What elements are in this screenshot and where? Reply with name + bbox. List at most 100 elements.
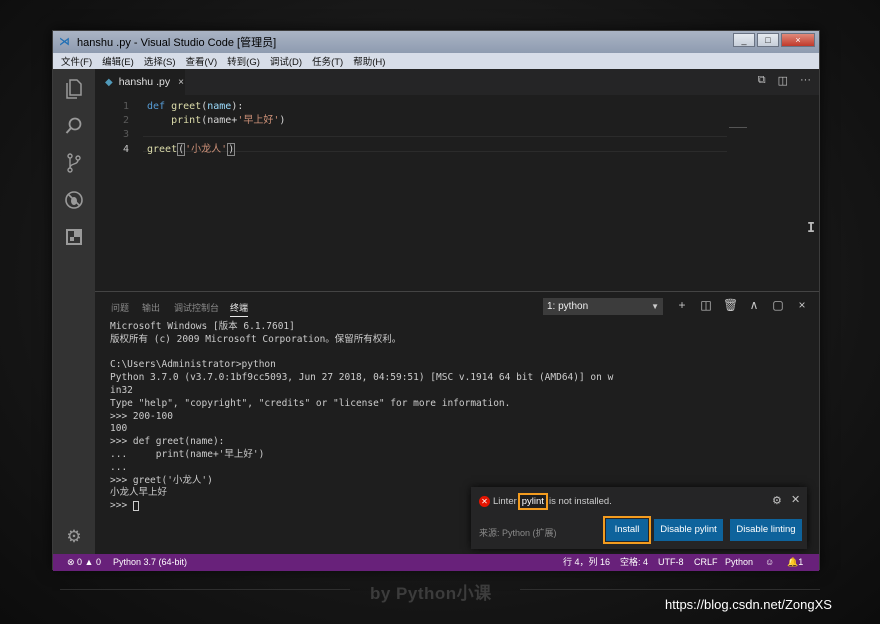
code-editor[interactable]: 1 def greet(name): 2 print(name+'早上好') 3 4 gr…	[95, 95, 819, 291]
source-url: https://blog.csdn.net/ZongXS	[665, 597, 832, 612]
python-interpreter[interactable]: Python 3.7 (64-bit)	[113, 554, 187, 571]
search-icon[interactable]	[64, 116, 84, 136]
menu-selection[interactable]: 选择(S)	[144, 54, 176, 68]
vscode-logo-icon: ⋊	[59, 36, 70, 48]
terminal-line: Microsoft Windows [版本 6.1.7601]	[110, 321, 295, 332]
watermark-line-left	[60, 589, 350, 590]
disable-pylint-button[interactable]: Disable pylint	[654, 519, 723, 541]
line-number: 3	[122, 129, 129, 140]
menu-view[interactable]: 查看(V)	[185, 54, 217, 68]
python-file-icon: ◆	[105, 76, 113, 88]
split-editor-icon[interactable]: ◫	[778, 74, 788, 87]
code-line: 3	[95, 128, 735, 142]
code-line: 4 greet('小龙人')	[95, 143, 735, 157]
menu-help[interactable]: 帮助(H)	[353, 54, 385, 68]
maximize-button[interactable]: □	[757, 33, 779, 47]
chevron-down-icon: ▼	[651, 302, 659, 311]
watermark-line-right	[520, 589, 820, 590]
tab-output[interactable]: 输出	[142, 301, 160, 314]
notification-highlight: pylint	[517, 493, 548, 510]
notification-text-before: Linter	[493, 496, 517, 507]
debug-icon[interactable]	[64, 190, 84, 210]
source-control-icon[interactable]	[64, 153, 84, 173]
notification-text-after: is not installed.	[548, 496, 612, 507]
files-icon[interactable]	[64, 79, 84, 99]
terminal-select-value: 1: python	[547, 301, 589, 312]
line-number: 1	[122, 101, 129, 112]
editor-tab-bar: ◆ hanshu .py × ⧉ ◫ ···	[95, 69, 819, 95]
tab-close-icon[interactable]: ×	[178, 77, 184, 88]
menu-edit[interactable]: 编辑(E)	[102, 54, 134, 68]
line-number: 4	[122, 144, 129, 155]
encoding[interactable]: UTF-8	[658, 554, 684, 571]
language-mode[interactable]: Python	[725, 554, 753, 571]
disable-linting-button[interactable]: Disable linting	[730, 519, 802, 541]
menu-tasks[interactable]: 任务(T)	[312, 54, 343, 68]
terminal-line: ... print(name+'早上好')	[110, 448, 265, 460]
close-icon[interactable]: ✕	[791, 493, 800, 506]
terminal-line: Type "help", "copyright", "credits" or "…	[110, 397, 511, 409]
notification-source: 来源: Python (扩展)	[479, 528, 557, 538]
more-actions-icon[interactable]: ···	[800, 74, 811, 87]
kill-terminal-icon[interactable]: 🗑	[723, 298, 738, 312]
extensions-icon[interactable]	[64, 227, 84, 247]
new-terminal-icon[interactable]: +	[675, 298, 689, 312]
terminal-cursor	[132, 500, 139, 511]
terminal-line: >>> def greet(name):	[110, 436, 225, 448]
terminal-select[interactable]: 1: python ▼	[543, 298, 663, 315]
terminal-line: ...	[110, 461, 128, 473]
terminal-line: >>> 200-100	[110, 410, 173, 422]
tab-label: hanshu .py	[118, 76, 171, 88]
indentation[interactable]: 空格: 4	[620, 554, 648, 571]
terminal-line: in32	[110, 384, 133, 396]
tab-hanshu-py[interactable]: ◆ hanshu .py ×	[95, 69, 185, 95]
code-line: 2 print(name+'早上好')	[95, 114, 735, 128]
gear-icon[interactable]: ⚙	[772, 494, 782, 507]
toggle-panel-position-icon[interactable]: ▢	[771, 298, 785, 312]
problems-count[interactable]: ⊗ 0 ▲ 0	[67, 554, 101, 571]
code-text: greet('小龙人')	[147, 143, 236, 156]
maximize-panel-icon[interactable]: ∧	[747, 298, 761, 312]
open-changes-icon[interactable]: ⧉	[758, 74, 766, 87]
terminal-line: >>> greet('小龙人')	[110, 474, 213, 486]
vscode-window: ⋊ hanshu .py - Visual Studio Code [管理员] …	[52, 30, 820, 571]
tab-problems[interactable]: 问题	[111, 301, 129, 314]
tab-terminal[interactable]: 终端	[230, 301, 249, 317]
menu-go[interactable]: 转到(G)	[227, 54, 260, 68]
tab-debug-console[interactable]: 调试控制台	[174, 301, 219, 314]
title-bar: ⋊ hanshu .py - Visual Studio Code [管理员] …	[53, 31, 819, 53]
terminal-line: Python 3.7.0 (v3.7.0:1bf9cc5093, Jun 27 …	[110, 372, 614, 384]
split-terminal-icon[interactable]: ◫	[699, 298, 713, 312]
editor-actions: ⧉ ◫ ···	[758, 74, 811, 87]
line-ending[interactable]: CRLF	[694, 554, 718, 571]
terminal-line: 100	[110, 423, 128, 435]
terminal-line: C:\Users\Administrator>python	[110, 359, 276, 371]
settings-icon[interactable]: ⚙	[64, 527, 84, 547]
close-window-button[interactable]: ×	[781, 33, 815, 47]
notification-message: Linter pylint is not installed.	[493, 493, 612, 510]
window-title: hanshu .py - Visual Studio Code [管理员]	[77, 37, 277, 49]
editor-scrollbar[interactable]: I	[807, 221, 815, 236]
cursor-position[interactable]: 行 4，列 16	[563, 554, 610, 571]
notifications-bell-icon[interactable]: 🔔1	[787, 554, 803, 571]
code-text: def greet(name):	[147, 101, 244, 112]
code-text: print(name+'早上好')	[171, 115, 286, 126]
menu-debug[interactable]: 调试(D)	[270, 54, 302, 68]
install-button[interactable]: Install	[603, 516, 651, 544]
minimize-button[interactable]: _	[733, 33, 755, 47]
status-bar: ⊗ 0 ▲ 0 Python 3.7 (64-bit) 行 4，列 16 空格:…	[53, 554, 819, 571]
code-line: 1 def greet(name):	[95, 100, 735, 114]
watermark-text: by Python小课	[370, 584, 492, 603]
window-controls: _ □ ×	[733, 33, 815, 47]
notification-toast: ✕ Linter pylint is not installed. ⚙ ✕ 来源…	[471, 487, 807, 549]
terminal-lines: Microsoft Windows [版本 6.1.7601] 版权所有 (c) …	[110, 321, 819, 513]
terminal-line: 版权所有 (c) 2009 Microsoft Corporation。保留所有…	[110, 333, 402, 345]
close-panel-icon[interactable]: ×	[795, 298, 809, 312]
menu-bar: 文件(F) 编辑(E) 选择(S) 查看(V) 转到(G) 调试(D) 任务(T…	[53, 53, 819, 69]
feedback-smiley-icon[interactable]: ☺	[765, 554, 774, 571]
panel-header: 问题 输出 调试控制台 终端 1: python ▼ + ◫ 🗑 ∧ ▢ ×	[95, 291, 819, 321]
line-number: 2	[122, 115, 129, 126]
error-icon: ✕	[479, 496, 490, 507]
menu-file[interactable]: 文件(F)	[61, 54, 92, 68]
